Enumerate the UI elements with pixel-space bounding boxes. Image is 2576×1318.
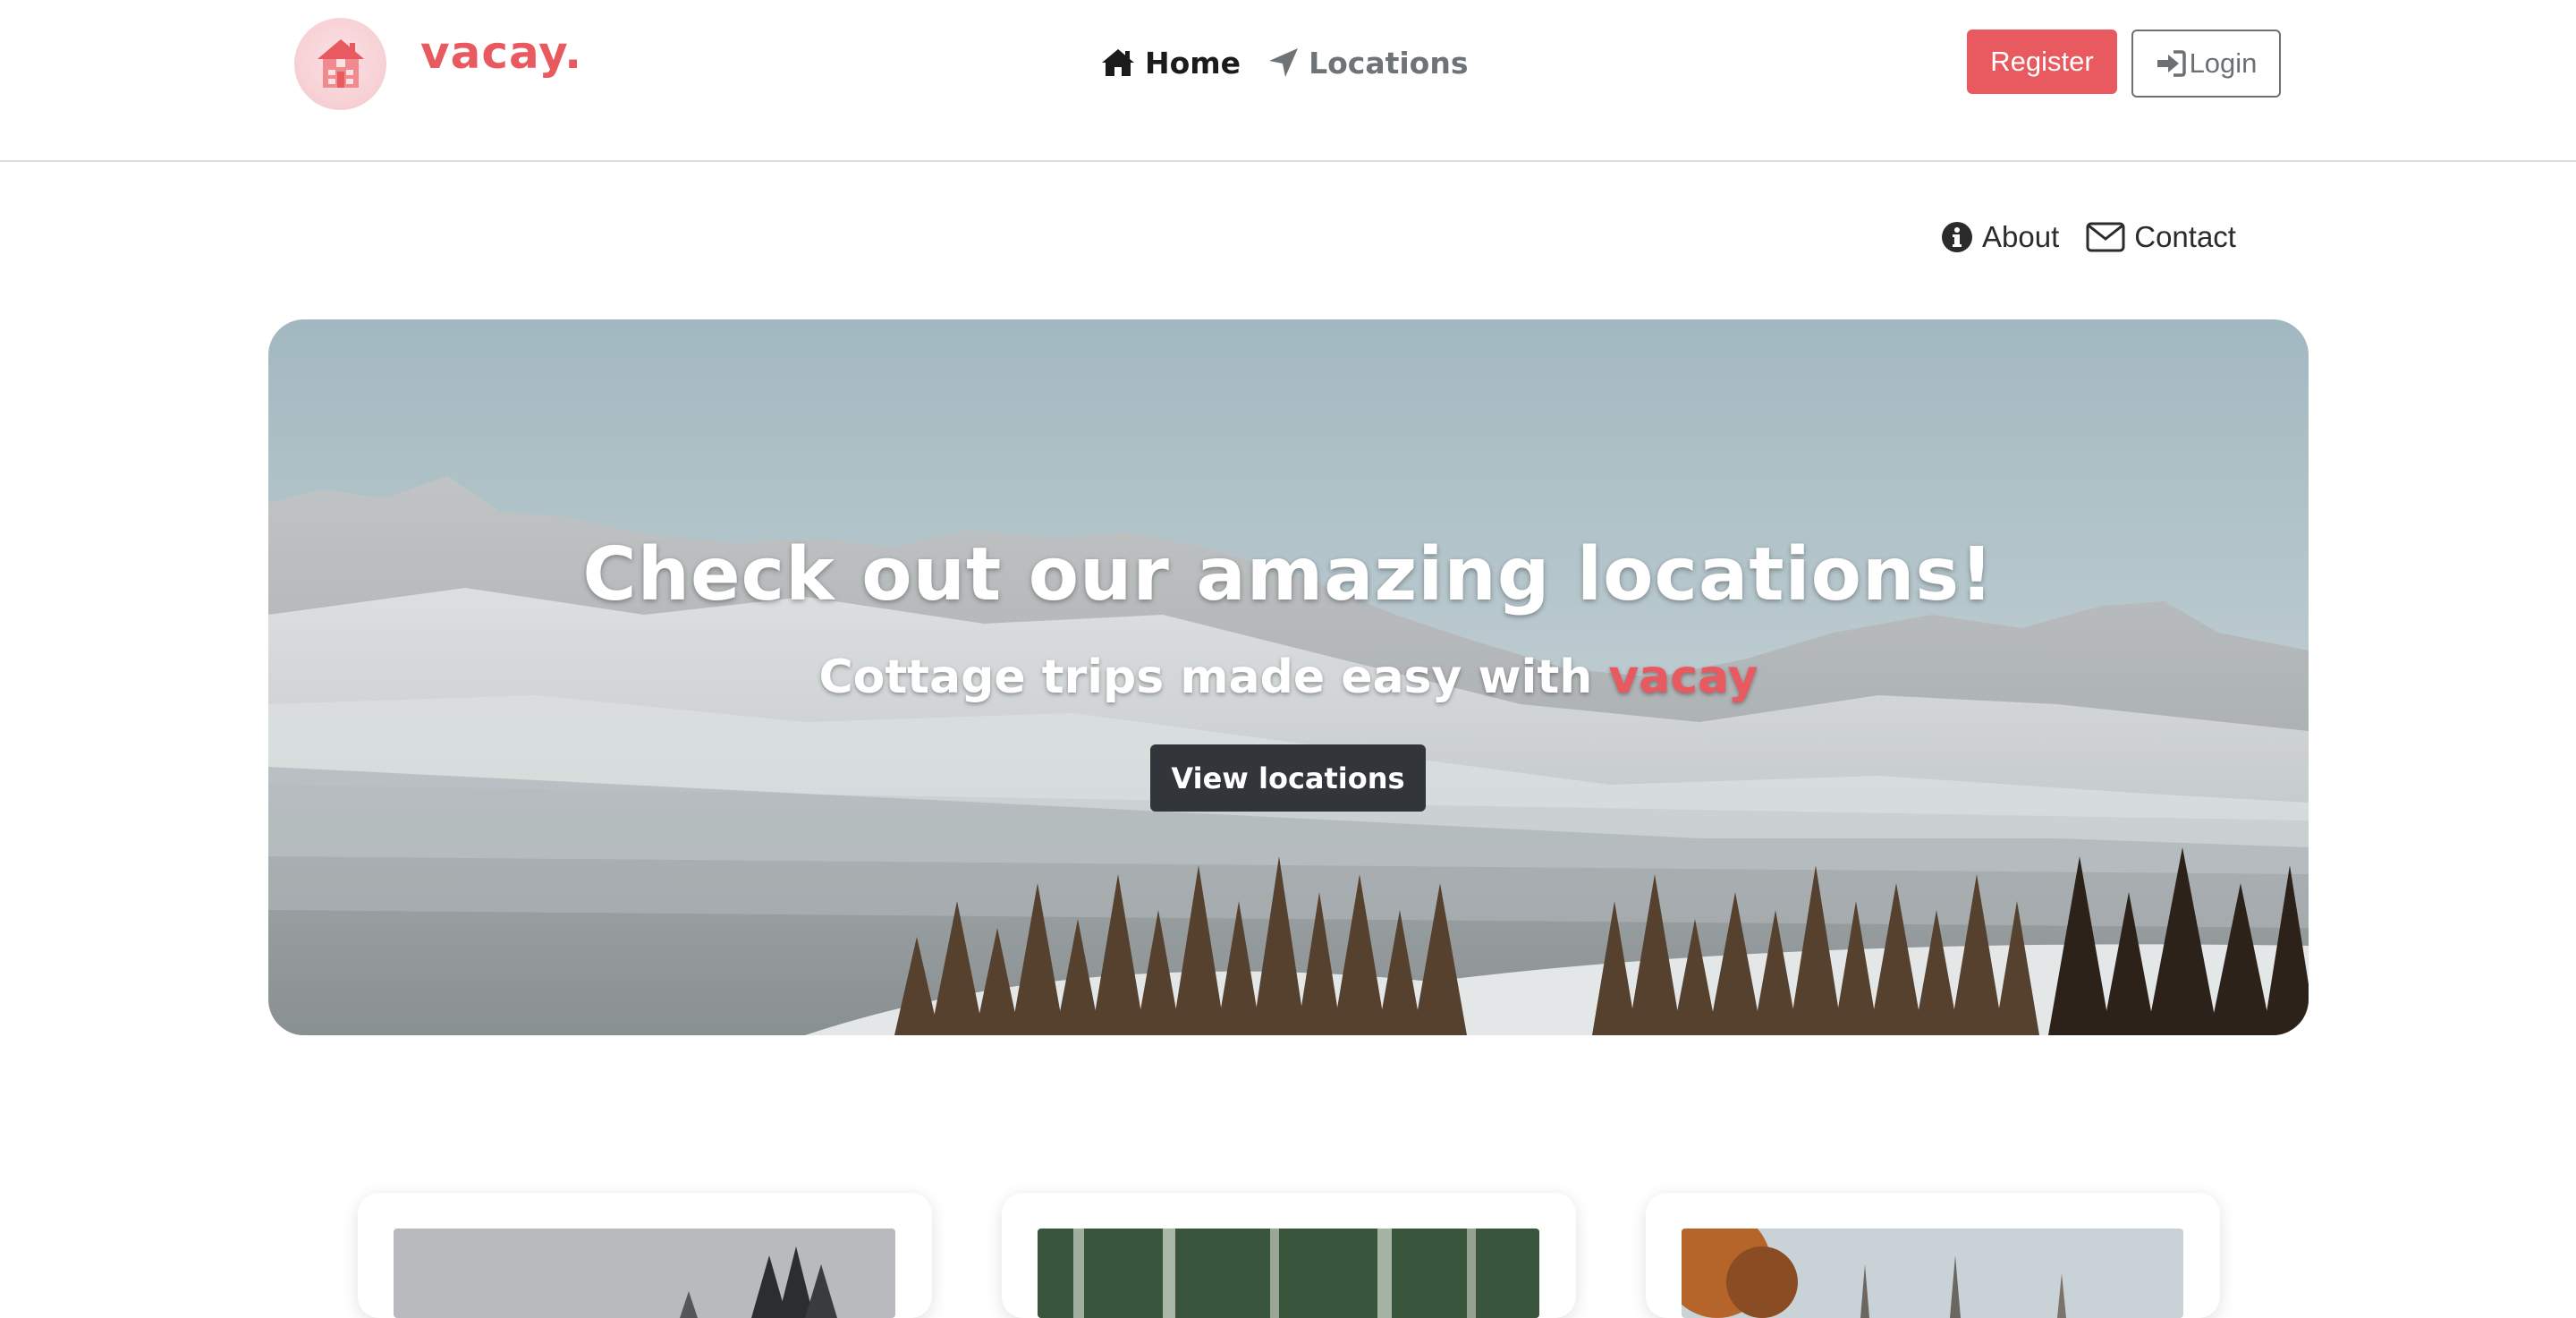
hero-banner: Check out our amazing locations! Cottage… — [268, 319, 2309, 1035]
login-label: Login — [2189, 47, 2258, 79]
info-circle-icon — [1942, 222, 1972, 252]
contact-label: Contact — [2134, 220, 2236, 253]
nav-item-locations[interactable]: Locations — [1267, 45, 1469, 81]
location-arrow-icon — [1269, 48, 1299, 77]
hero-title: Check out our amazing locations! — [582, 532, 1995, 617]
hero-subtitle-accent: vacay — [1608, 650, 1758, 704]
brand-name[interactable]: vacay. — [420, 27, 582, 79]
card-image-green-forest — [1038, 1229, 1539, 1318]
nav-item-home[interactable]: Home — [1100, 46, 1241, 81]
location-card[interactable] — [1646, 1193, 2220, 1318]
nav-locations-label: Locations — [1309, 45, 1469, 81]
brand-logo[interactable] — [294, 18, 386, 110]
house-icon — [318, 39, 364, 88]
contact-link[interactable]: Contact — [2086, 220, 2236, 254]
top-navbar: vacay. Home Locations Register Login — [0, 0, 2576, 162]
card-image-autumn-trees — [1682, 1229, 2183, 1318]
secondary-nav: About Contact — [1941, 220, 2236, 254]
envelope-icon — [2086, 222, 2125, 252]
hero-subtitle: Cottage trips made easy with vacay — [268, 650, 2309, 704]
view-locations-button[interactable]: View locations — [1150, 744, 1426, 812]
about-link[interactable]: About — [1941, 220, 2059, 254]
home-icon — [1102, 49, 1134, 76]
main-nav: Home Locations — [1100, 39, 1469, 86]
hero-subtitle-text: Cottage trips made easy with — [818, 650, 1609, 704]
location-card[interactable] — [358, 1193, 932, 1318]
card-image-winter-pine-forest — [394, 1229, 895, 1318]
sign-in-icon — [2157, 50, 2186, 77]
location-card[interactable] — [1002, 1193, 1576, 1318]
login-button[interactable]: Login — [2131, 30, 2281, 98]
nav-home-label: Home — [1145, 45, 1241, 81]
about-label: About — [1982, 220, 2060, 253]
register-button[interactable]: Register — [1967, 30, 2117, 94]
